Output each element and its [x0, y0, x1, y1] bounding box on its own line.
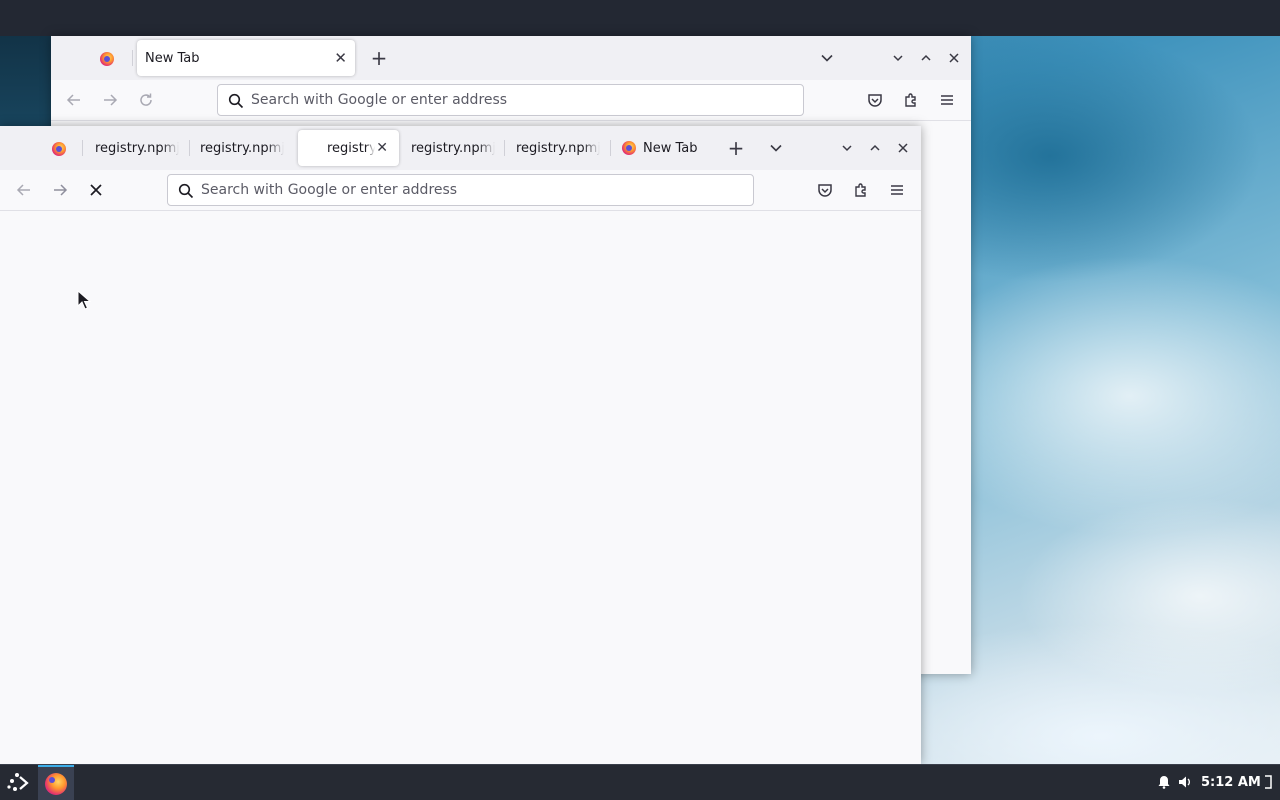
firefox-icon: [621, 140, 637, 156]
tab-strip: registry.npmj registry.npmj registry ✕ r…: [0, 126, 921, 170]
tab-new-tab[interactable]: New Tab ✕: [137, 40, 355, 76]
tab-new-tab[interactable]: New Tab: [614, 130, 714, 166]
url-bar[interactable]: [167, 174, 754, 206]
tab-registry-1[interactable]: registry.npmj: [89, 130, 184, 166]
tab-separator: [610, 140, 611, 156]
maximize-chevron-icon[interactable]: [916, 48, 936, 68]
maximize-chevron-icon[interactable]: [865, 138, 885, 158]
url-bar[interactable]: [217, 84, 804, 116]
tab-label: registry: [327, 140, 375, 156]
forward-arrow-icon[interactable]: [50, 180, 70, 200]
tab-separator: [132, 50, 133, 66]
page-content[interactable]: [0, 211, 921, 764]
close-window-icon[interactable]: [944, 48, 964, 68]
navigation-toolbar: [51, 80, 971, 121]
tab-strip: New Tab ✕ +: [51, 36, 971, 80]
tab-label: registry.npmj: [411, 140, 495, 156]
tab-registry-2[interactable]: registry.npmj: [194, 130, 290, 166]
firefox-icon: [45, 773, 67, 795]
forward-arrow-icon[interactable]: [100, 90, 120, 110]
taskbar: 5:12 AM: [0, 764, 1280, 800]
tab-separator: [82, 140, 83, 156]
volume-icon[interactable]: [1177, 774, 1193, 790]
front-browser-window: registry.npmj registry.npmj registry ✕ r…: [0, 126, 921, 764]
tab-separator: [189, 140, 190, 156]
app-menu-hamburger-icon[interactable]: [937, 90, 957, 110]
close-window-icon[interactable]: [893, 138, 913, 158]
firefox-view-icon[interactable]: [99, 51, 115, 67]
new-tab-plus-icon[interactable]: +: [369, 48, 389, 68]
top-panel: [0, 0, 1280, 36]
firefox-view-icon[interactable]: [51, 141, 67, 157]
list-all-tabs-chevron-icon[interactable]: [766, 138, 786, 158]
show-desktop-icon[interactable]: [1262, 774, 1274, 790]
tab-label: registry.npmj: [200, 140, 284, 156]
tab-label: New Tab: [643, 140, 698, 156]
clock[interactable]: 5:12 AM: [1201, 765, 1261, 800]
app-launcher-icon[interactable]: [4, 769, 32, 797]
firefox-taskbar-button[interactable]: [38, 765, 74, 800]
pocket-icon[interactable]: [815, 180, 835, 200]
search-icon: [178, 183, 194, 199]
tab-label: New Tab: [145, 50, 200, 66]
url-input[interactable]: [168, 175, 753, 205]
back-arrow-icon[interactable]: [14, 180, 34, 200]
tab-label: registry.npmj: [516, 140, 600, 156]
minimize-chevron-icon[interactable]: [837, 138, 857, 158]
tab-separator: [504, 140, 505, 156]
mouse-cursor-icon: [77, 290, 91, 310]
navigation-toolbar: [0, 170, 921, 211]
stop-loading-icon[interactable]: [86, 180, 106, 200]
back-arrow-icon[interactable]: [64, 90, 84, 110]
minimize-chevron-icon[interactable]: [888, 48, 908, 68]
tab-registry-3[interactable]: registry ✕: [298, 130, 399, 166]
extensions-puzzle-icon[interactable]: [901, 90, 921, 110]
search-icon: [228, 93, 244, 109]
list-all-tabs-chevron-icon[interactable]: [817, 48, 837, 68]
new-tab-plus-icon[interactable]: +: [726, 138, 746, 158]
tab-registry-5[interactable]: registry.npmj: [510, 130, 606, 166]
extensions-puzzle-icon[interactable]: [851, 180, 871, 200]
pocket-icon[interactable]: [865, 90, 885, 110]
bell-icon[interactable]: [1156, 774, 1172, 790]
app-menu-hamburger-icon[interactable]: [887, 180, 907, 200]
reload-icon[interactable]: [136, 90, 156, 110]
close-tab-icon[interactable]: ✕: [376, 140, 388, 156]
tab-label: registry.npmj: [95, 140, 179, 156]
tab-registry-4[interactable]: registry.npmj: [405, 130, 500, 166]
url-input[interactable]: [218, 85, 803, 115]
close-tab-icon[interactable]: ✕: [334, 50, 347, 66]
